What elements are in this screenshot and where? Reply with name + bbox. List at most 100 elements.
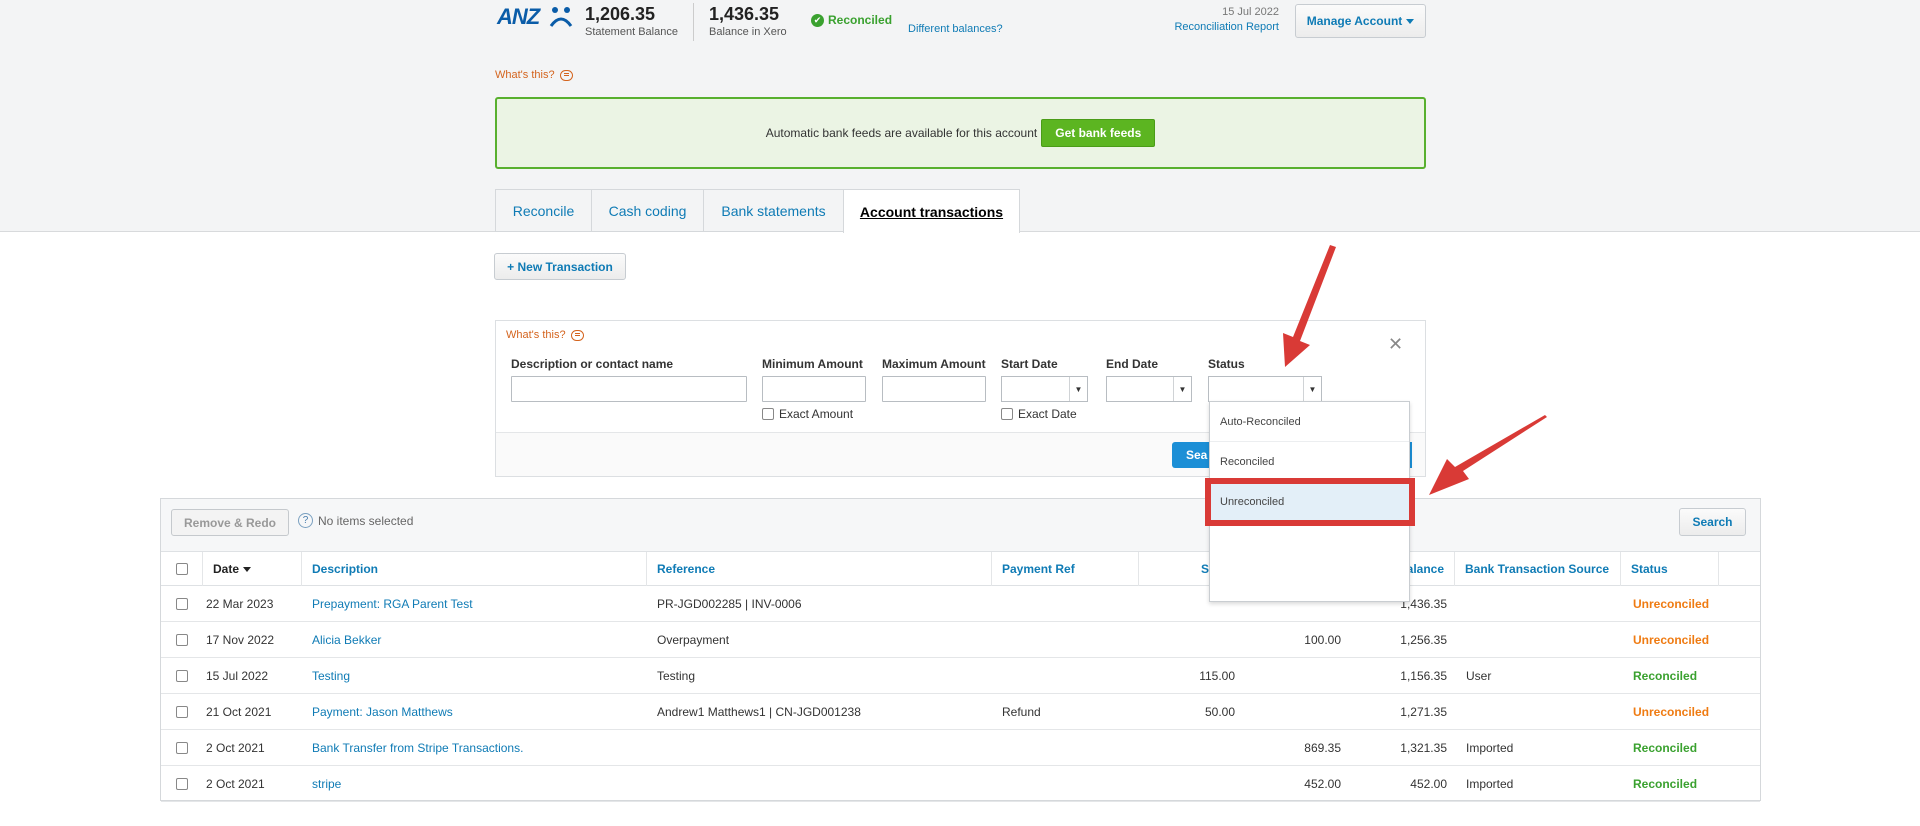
xero-balance-amount: 1,436.35 bbox=[709, 4, 780, 24]
row-status: Reconciled bbox=[1633, 741, 1698, 755]
min-amount-label: Minimum Amount bbox=[762, 357, 863, 371]
col-reference[interactable]: Reference bbox=[647, 552, 992, 586]
row-description-link[interactable]: Testing bbox=[312, 658, 350, 694]
search-button[interactable]: Search bbox=[1679, 508, 1746, 536]
annotation-arrow-icon bbox=[1283, 245, 1336, 367]
checkbox-box[interactable] bbox=[1001, 408, 1013, 420]
row-reference: Overpayment bbox=[657, 633, 730, 647]
row-checkbox[interactable] bbox=[176, 706, 188, 718]
dropdown-arrow-icon[interactable]: ▼ bbox=[1303, 377, 1321, 401]
row-checkbox-cell bbox=[172, 622, 192, 658]
table-row[interactable]: 22 Mar 2023 Prepayment: RGA Parent Test … bbox=[161, 586, 1760, 622]
end-date-picker[interactable]: ▼ bbox=[1106, 376, 1192, 402]
row-balance: 1,321.35 bbox=[1400, 741, 1447, 755]
bank-feeds-message: Automatic bank feeds are available for t… bbox=[765, 126, 1038, 140]
col-bank-source[interactable]: Bank Transaction Source bbox=[1455, 552, 1621, 586]
row-status: Unreconciled bbox=[1633, 705, 1710, 719]
col-payment-ref[interactable]: Payment Ref bbox=[992, 552, 1139, 586]
header-divider bbox=[693, 3, 694, 41]
help-bubble-icon bbox=[570, 329, 584, 341]
row-status: Reconciled bbox=[1633, 669, 1698, 683]
tab-bar: Reconcile Cash coding Bank statements Ac… bbox=[495, 189, 1020, 233]
row-source: Imported bbox=[1466, 741, 1514, 755]
new-transaction-button[interactable]: + New Transaction bbox=[494, 253, 626, 280]
status-select[interactable]: ▼ bbox=[1208, 376, 1322, 402]
table-row[interactable]: 17 Nov 2022 Alicia Bekker Overpayment 10… bbox=[161, 622, 1760, 658]
checkbox-box[interactable] bbox=[762, 408, 774, 420]
row-received: 100.00 bbox=[1304, 633, 1341, 647]
row-checkbox[interactable] bbox=[176, 634, 188, 646]
exact-date-checkbox[interactable]: Exact Date bbox=[1001, 407, 1077, 421]
row-checkbox[interactable] bbox=[176, 670, 188, 682]
col-date-label: Date bbox=[213, 562, 240, 576]
anz-logo: ANZ bbox=[497, 4, 573, 34]
anz-people-icon bbox=[549, 7, 573, 27]
help-bubble-icon bbox=[559, 69, 573, 81]
remove-redo-button[interactable]: Remove & Redo bbox=[171, 509, 289, 536]
manage-account-button[interactable]: Manage Account bbox=[1295, 4, 1426, 38]
status-option-auto-reconciled[interactable]: Auto-Reconciled bbox=[1210, 402, 1409, 442]
close-icon[interactable]: ✕ bbox=[1388, 334, 1403, 355]
filter-search-label: Sea bbox=[1186, 448, 1208, 462]
select-all-checkbox[interactable] bbox=[175, 563, 188, 575]
tab-bank-statements[interactable]: Bank statements bbox=[703, 189, 843, 232]
row-date: 17 Nov 2022 bbox=[206, 633, 275, 647]
annotation-highlight-box bbox=[1205, 478, 1415, 526]
row-checkbox[interactable] bbox=[176, 598, 188, 610]
filter-whats-this-link[interactable]: What's this? bbox=[506, 329, 584, 341]
description-input[interactable] bbox=[511, 376, 747, 402]
status-option-reconciled[interactable]: Reconciled bbox=[1210, 442, 1409, 482]
start-date-label: Start Date bbox=[1001, 357, 1058, 371]
dropdown-arrow-icon[interactable]: ▼ bbox=[1173, 377, 1191, 401]
help-icon[interactable]: ? bbox=[298, 513, 313, 528]
row-source: User bbox=[1466, 669, 1492, 683]
tab-account-transactions[interactable]: Account transactions bbox=[843, 189, 1020, 233]
row-checkbox[interactable] bbox=[176, 778, 188, 790]
manage-account-label: Manage Account bbox=[1306, 14, 1403, 28]
statement-balance-amount: 1,206.35 bbox=[585, 4, 656, 24]
row-reference: Andrew1 Matthews1 | CN-JGD001238 bbox=[657, 705, 861, 719]
get-bank-feeds-button[interactable]: Get bank feeds bbox=[1041, 119, 1156, 147]
table-header: Date Description Reference Payment Ref S… bbox=[161, 552, 1760, 586]
row-checkbox-cell bbox=[172, 586, 192, 622]
table-row[interactable]: 21 Oct 2021 Payment: Jason Matthews Andr… bbox=[161, 694, 1760, 730]
bank-feeds-banner: Automatic bank feeds are available for t… bbox=[495, 97, 1426, 169]
table-row[interactable]: 2 Oct 2021 Bank Transfer from Stripe Tra… bbox=[161, 730, 1760, 766]
min-amount-input[interactable] bbox=[762, 376, 866, 402]
start-date-picker[interactable]: ▼ bbox=[1001, 376, 1088, 402]
row-checkbox[interactable] bbox=[176, 742, 188, 754]
description-label: Description or contact name bbox=[511, 357, 674, 371]
whats-this-link[interactable]: What's this? bbox=[495, 69, 573, 81]
row-received: 452.00 bbox=[1304, 777, 1341, 791]
different-balances-link[interactable]: Different balances? bbox=[908, 23, 1003, 35]
reconciled-badge-label: Reconciled bbox=[828, 13, 893, 27]
exact-amount-checkbox[interactable]: Exact Amount bbox=[762, 407, 853, 421]
xero-balance: 1,436.35 Balance in Xero bbox=[709, 4, 787, 38]
table-row[interactable]: 2 Oct 2021 stripe 452.00 452.00 Imported… bbox=[161, 766, 1760, 802]
row-status: Unreconciled bbox=[1633, 597, 1710, 611]
filter-whats-this-label: What's this? bbox=[506, 329, 566, 341]
row-date: 2 Oct 2021 bbox=[206, 777, 265, 791]
exact-date-label: Exact Date bbox=[1018, 407, 1077, 421]
col-status[interactable]: Status bbox=[1621, 552, 1719, 586]
reconciliation-report-link[interactable]: Reconciliation Report bbox=[1150, 21, 1279, 33]
row-description-link[interactable]: Bank Transfer from Stripe Transactions. bbox=[312, 730, 523, 766]
table-row[interactable]: 15 Jul 2022 Testing Testing 115.00 1,156… bbox=[161, 658, 1760, 694]
max-amount-input[interactable] bbox=[882, 376, 986, 402]
statement-balance: 1,206.35 Statement Balance bbox=[585, 4, 678, 38]
status-label: Status bbox=[1208, 357, 1245, 371]
row-checkbox-cell bbox=[172, 766, 192, 802]
row-description-link[interactable]: Alicia Bekker bbox=[312, 622, 381, 658]
tab-reconcile[interactable]: Reconcile bbox=[495, 189, 591, 232]
chevron-down-icon bbox=[1406, 18, 1415, 24]
selection-status: ? No items selected bbox=[298, 513, 413, 528]
row-reference: PR-JGD002285 | INV-0006 bbox=[657, 597, 802, 611]
row-description-link[interactable]: stripe bbox=[312, 766, 341, 802]
tab-cash-coding[interactable]: Cash coding bbox=[591, 189, 703, 232]
col-description[interactable]: Description bbox=[302, 552, 647, 586]
row-description-link[interactable]: Payment: Jason Matthews bbox=[312, 694, 453, 730]
row-description-link[interactable]: Prepayment: RGA Parent Test bbox=[312, 586, 473, 622]
row-status: Reconciled bbox=[1633, 777, 1698, 791]
dropdown-arrow-icon[interactable]: ▼ bbox=[1069, 377, 1087, 401]
col-date[interactable]: Date bbox=[203, 552, 302, 586]
